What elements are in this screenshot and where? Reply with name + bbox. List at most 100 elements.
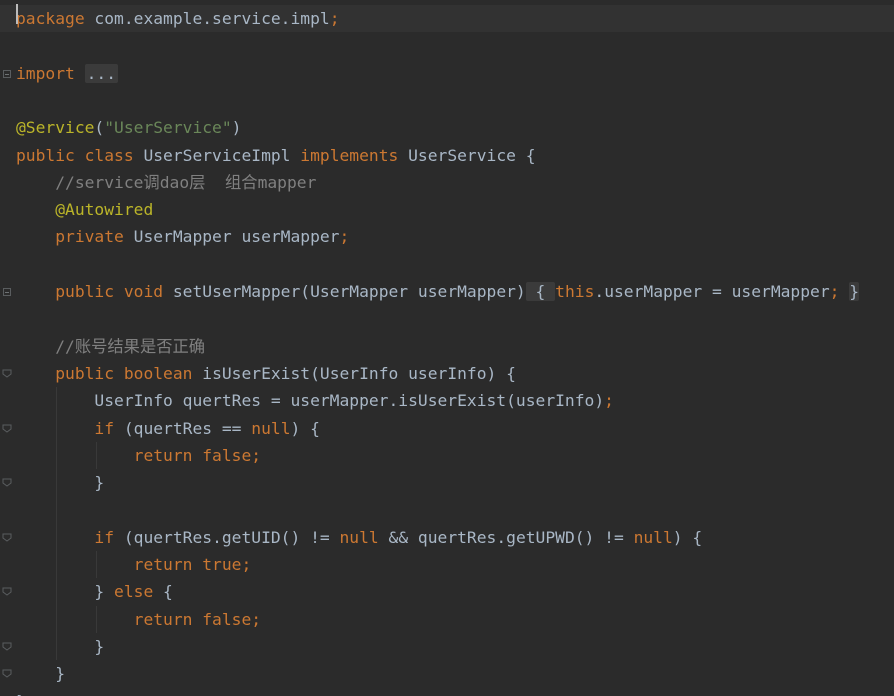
code-line-text: } else {	[16, 578, 173, 605]
code-line-text: if (quertRes.getUID() != null && quertRe…	[16, 524, 702, 551]
code-line[interactable]	[0, 87, 894, 114]
code-token: @Service	[16, 118, 95, 138]
code-line[interactable]: package com.example.service.impl;	[0, 5, 894, 32]
code-editor[interactable]: package com.example.service.impl; import …	[0, 0, 894, 696]
code-token: UserServiceImpl	[143, 145, 301, 165]
code-token: import	[16, 63, 85, 83]
fold-arrow-icon[interactable]	[2, 477, 12, 487]
code-token: null	[251, 418, 291, 438]
code-line-text: }	[16, 660, 65, 687]
code-token: isUserExist(UserInfo userInfo) {	[202, 363, 516, 383]
code-line[interactable]: private UserMapper userMapper;	[0, 223, 894, 250]
code-token: {	[163, 582, 173, 602]
code-token: setUserMapper(UserMapper userMapper)	[172, 282, 526, 301]
code-line-text: return false;	[16, 606, 261, 633]
code-line[interactable]: }	[0, 660, 894, 687]
code-token: }	[16, 636, 105, 656]
code-token: if	[94, 418, 124, 438]
code-line[interactable]: return false;	[0, 606, 894, 633]
code-token: public class	[16, 145, 144, 165]
code-line-text: return true;	[16, 551, 252, 578]
code-token: "UserService"	[104, 118, 232, 138]
code-line[interactable]: @Autowired	[0, 196, 894, 223]
code-line-text: package com.example.service.impl;	[16, 5, 340, 32]
code-token: (quertRes.getUID() !=	[123, 527, 340, 547]
fold-toggle-icon[interactable]	[3, 288, 11, 296]
code-line[interactable]	[0, 496, 894, 523]
code-line[interactable]: public void setUserMapper(UserMapper use…	[0, 278, 894, 305]
code-line[interactable]: if (quertRes.getUID() != null && quertRe…	[0, 524, 894, 551]
code-token: else	[114, 582, 164, 602]
code-token: public void	[55, 282, 173, 301]
code-line[interactable]: //账号结果是否正确	[0, 333, 894, 360]
fold-arrow-icon[interactable]	[2, 423, 12, 433]
fold-arrow-icon[interactable]	[2, 586, 12, 596]
code-token: return false;	[133, 445, 262, 465]
code-line-text: }	[16, 469, 104, 496]
code-token: public boolean	[55, 363, 203, 383]
indent-guide	[96, 441, 97, 470]
code-line[interactable]	[0, 251, 894, 278]
fold-arrow-icon[interactable]	[2, 641, 12, 651]
code-line[interactable]: } else {	[0, 578, 894, 605]
code-token: ) {	[290, 418, 320, 438]
code-line-text: if (quertRes == null) {	[16, 415, 320, 442]
text-cursor	[16, 4, 18, 24]
code-token: null	[633, 527, 673, 547]
code-line-text: return false;	[16, 442, 261, 469]
code-line-text: private UserMapper userMapper;	[16, 223, 349, 250]
code-line[interactable]: return true;	[0, 551, 894, 578]
code-line[interactable]: if (quertRes == null) {	[0, 415, 894, 442]
code-token: }	[16, 664, 66, 684]
folded-brace[interactable]: {	[525, 282, 556, 301]
code-token: private	[55, 227, 134, 247]
code-token: ;	[339, 227, 350, 247]
code-token: package	[16, 9, 85, 28]
code-token: }	[16, 473, 105, 493]
code-token: null	[339, 527, 389, 547]
code-line-text: //service调dao层 组合mapper	[16, 169, 316, 196]
code-line[interactable]: return false;	[0, 442, 894, 469]
code-token: ;	[829, 282, 850, 301]
code-token: com.example.service.impl	[84, 9, 330, 28]
code-line[interactable]	[0, 32, 894, 59]
code-token: (quertRes ==	[123, 418, 252, 438]
fold-arrow-icon[interactable]	[2, 668, 12, 678]
folded-brace[interactable]: }	[849, 282, 860, 301]
code-line-text: import ...	[16, 60, 119, 87]
code-token: if	[94, 527, 124, 547]
code-line-text: @Service("UserService")	[16, 114, 241, 141]
code-token: this	[555, 282, 595, 301]
code-line[interactable]: UserInfo quertRes = userMapper.isUserExi…	[0, 387, 894, 414]
code-line[interactable]: //service调dao层 组合mapper	[0, 169, 894, 196]
code-line[interactable]	[0, 305, 894, 332]
code-token: ) {	[672, 527, 703, 547]
code-token: .userMapper = userMapper	[594, 282, 830, 301]
code-token: }	[16, 692, 26, 696]
code-token: @Autowired	[55, 200, 154, 220]
code-line-text: @Autowired	[16, 196, 153, 223]
code-token: UserInfo quertRes = userMapper.isUserExi…	[16, 391, 605, 411]
fold-arrow-icon[interactable]	[2, 532, 12, 542]
code-line[interactable]: }	[0, 688, 894, 696]
fold-toggle-icon[interactable]	[3, 69, 11, 78]
code-line[interactable]: @Service("UserService")	[0, 114, 894, 141]
code-line[interactable]: }	[0, 469, 894, 496]
code-token: ;	[329, 9, 340, 28]
code-line-text: UserInfo quertRes = userMapper.isUserExi…	[16, 387, 614, 414]
code-line[interactable]: public boolean isUserExist(UserInfo user…	[0, 360, 894, 387]
fold-arrow-icon[interactable]	[2, 368, 12, 378]
code-line[interactable]: public class UserServiceImpl implements …	[0, 142, 894, 169]
folded-imports[interactable]: ...	[84, 63, 119, 83]
code-line[interactable]: import ...	[0, 60, 894, 87]
code-token: UserMapper userMapper	[133, 227, 340, 247]
code-token: return false;	[133, 609, 262, 629]
code-line-text: //账号结果是否正确	[16, 333, 205, 360]
code-line[interactable]: }	[0, 633, 894, 660]
